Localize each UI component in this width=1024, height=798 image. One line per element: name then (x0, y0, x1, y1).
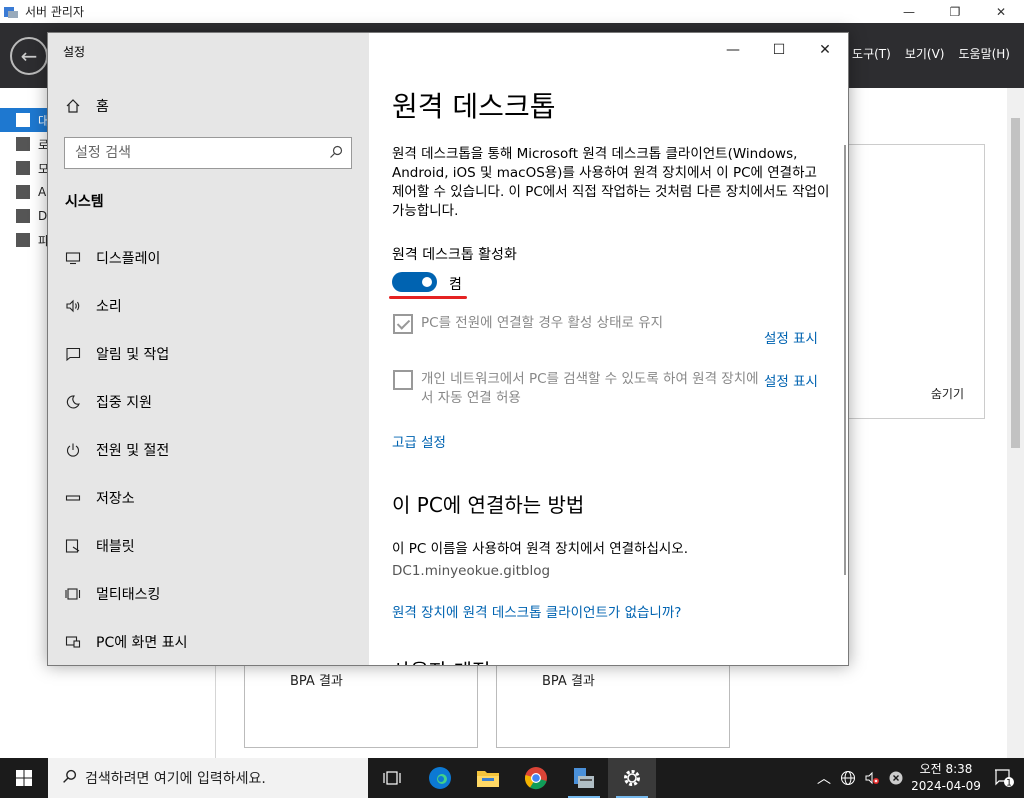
server-manager-title: 서버 관리자 (25, 5, 85, 19)
page-title: 원격 데스크톱 (392, 90, 556, 123)
nav-tablet[interactable]: 태블릿 (48, 522, 369, 570)
bpa-label[interactable]: BPA 결과 (542, 670, 595, 689)
sm-scroll-thumb[interactable] (1011, 118, 1020, 448)
tablet-icon (65, 538, 81, 554)
chrome-icon[interactable] (512, 758, 560, 798)
dashboard-icon (16, 113, 30, 127)
bpa-tile: BPA 결과 (244, 664, 478, 748)
power-icon (65, 442, 81, 458)
how-to-connect-description: 이 PC 이름을 사용하여 원격 장치에서 연결하십시오. (392, 541, 689, 557)
taskbar-search-box[interactable]: 검색하려면 여기에 입력하세요. (48, 758, 368, 798)
server-manager-titlebar: 서버 관리자 — ❐ ✕ (0, 0, 1024, 23)
menu-tools[interactable]: 도구(T) (852, 45, 891, 62)
task-view-icon[interactable] (368, 758, 416, 798)
network-globe-icon[interactable] (836, 770, 860, 786)
monitor-icon (65, 250, 81, 266)
server-icon (16, 137, 30, 151)
nav-storage[interactable]: 저장소 (48, 474, 369, 522)
search-icon[interactable] (329, 145, 343, 163)
red-annotation-underline (389, 296, 467, 299)
dns-icon (16, 209, 30, 223)
search-icon (62, 769, 77, 788)
file-explorer-icon[interactable] (464, 758, 512, 798)
taskbar: 검색하려면 여기에 입력하세요. ︿ 오전 8:38 2024-04-09 1 (0, 758, 1024, 798)
settings-gear-taskbar-icon[interactable] (608, 758, 656, 798)
advanced-settings-link[interactable]: 고급 설정 (392, 431, 446, 451)
bpa-label[interactable]: BPA 결과 (290, 670, 343, 689)
pc-name: DC1.minyeokue.gitblog (392, 563, 551, 579)
speaker-icon (65, 298, 81, 314)
close-button[interactable]: ✕ (802, 39, 848, 61)
notification-center-icon[interactable]: 1 (984, 768, 1024, 788)
keep-awake-checkbox[interactable] (393, 314, 413, 334)
sm-scrollbar[interactable] (1007, 88, 1024, 758)
show-settings-link-2[interactable]: 설정 표시 (764, 370, 818, 390)
sm-restore-button[interactable]: ❐ (932, 0, 978, 23)
notification-icon (65, 346, 81, 362)
sm-close-button[interactable]: ✕ (978, 0, 1024, 23)
nav-display[interactable]: 디스플레이 (48, 234, 369, 282)
server-manager-icon (4, 6, 18, 18)
bpa-tile: BPA 결과 (496, 664, 730, 748)
windows-start-icon[interactable] (0, 758, 48, 798)
ad-icon (16, 185, 30, 199)
remote-desktop-toggle[interactable] (392, 272, 437, 292)
settings-search-input[interactable] (75, 145, 315, 161)
multitask-icon (65, 586, 81, 602)
show-settings-link-1[interactable]: 설정 표시 (764, 327, 818, 347)
taskbar-search-placeholder: 검색하려면 여기에 입력하세요. (85, 771, 266, 787)
settings-search-box[interactable] (64, 137, 352, 169)
settings-scrollbar[interactable] (844, 145, 846, 575)
servers-icon (16, 161, 30, 175)
menu-help[interactable]: 도움말(H) (958, 45, 1010, 62)
settings-content: — ☐ ✕ 원격 데스크톱 원격 데스크톱을 통해 Microsoft 원격 데… (369, 33, 848, 665)
clock-time: 오전 8:38 (919, 762, 973, 776)
nav-power-sleep[interactable]: 전원 및 절전 (48, 426, 369, 474)
project-icon (65, 634, 81, 650)
discoverable-checkbox[interactable] (393, 370, 413, 390)
notification-count: 1 (1006, 779, 1012, 789)
section-heading-system: 시스템 (65, 194, 104, 210)
nav-project-to-pc[interactable]: PC에 화면 표시 (48, 618, 369, 665)
minimize-button[interactable]: — (710, 39, 756, 61)
toggle-knob (422, 277, 432, 287)
nav-sound[interactable]: 소리 (48, 282, 369, 330)
back-arrow-icon[interactable]: ← (10, 37, 48, 75)
toggle-state-label: 켬 (449, 277, 462, 293)
nav-multitasking[interactable]: 멀티태스킹 (48, 570, 369, 618)
error-x-icon[interactable] (884, 771, 908, 785)
menu-view[interactable]: 보기(V) (905, 45, 945, 62)
clock[interactable]: 오전 8:38 2024-04-09 (908, 761, 984, 795)
speaker-muted-icon[interactable] (860, 770, 884, 786)
hide-link[interactable]: 숨기기 (931, 385, 964, 402)
settings-window: 설정 홈 시스템 디스플레이 소리 알림 및 작업 (47, 32, 849, 666)
no-client-link[interactable]: 원격 장치에 원격 데스크톱 클라이언트가 없습니까? (392, 601, 681, 621)
system-tray: ︿ 오전 8:38 2024-04-09 1 (812, 758, 1024, 798)
storage-icon (65, 490, 81, 506)
clock-date: 2024-04-09 (911, 779, 981, 793)
how-to-connect-heading: 이 PC에 연결하는 방법 (392, 493, 585, 517)
edge-browser-icon[interactable] (416, 758, 464, 798)
sm-minimize-button[interactable]: — (886, 0, 932, 23)
server-manager-taskbar-icon[interactable] (560, 758, 608, 798)
file-services-icon (16, 233, 30, 247)
nav-focus-assist[interactable]: 집중 지원 (48, 378, 369, 426)
settings-sidebar: 설정 홈 시스템 디스플레이 소리 알림 및 작업 (48, 33, 369, 665)
nav-notifications[interactable]: 알림 및 작업 (48, 330, 369, 378)
page-description: 원격 데스크톱을 통해 Microsoft 원격 데스크톱 클라이언트(Wind… (392, 146, 830, 219)
nav-home[interactable]: 홈 (48, 82, 369, 130)
maximize-button[interactable]: ☐ (756, 39, 802, 61)
enable-remote-desktop-label: 원격 데스크톱 활성화 (392, 247, 517, 263)
moon-icon (65, 394, 81, 410)
discoverable-label: 개인 네트워크에서 PC를 검색할 수 있도록 하여 원격 장치에서 자동 연결… (421, 371, 759, 406)
user-accounts-heading: 사용자 계정 (392, 655, 490, 665)
sm-welcome-panel: 숨기기 (849, 144, 985, 419)
chevron-up-icon[interactable]: ︿ (812, 768, 836, 788)
home-icon (65, 98, 81, 114)
keep-awake-label: PC를 전원에 연결할 경우 활성 상태로 유지 (421, 315, 664, 331)
settings-window-title: 설정 (63, 45, 86, 59)
